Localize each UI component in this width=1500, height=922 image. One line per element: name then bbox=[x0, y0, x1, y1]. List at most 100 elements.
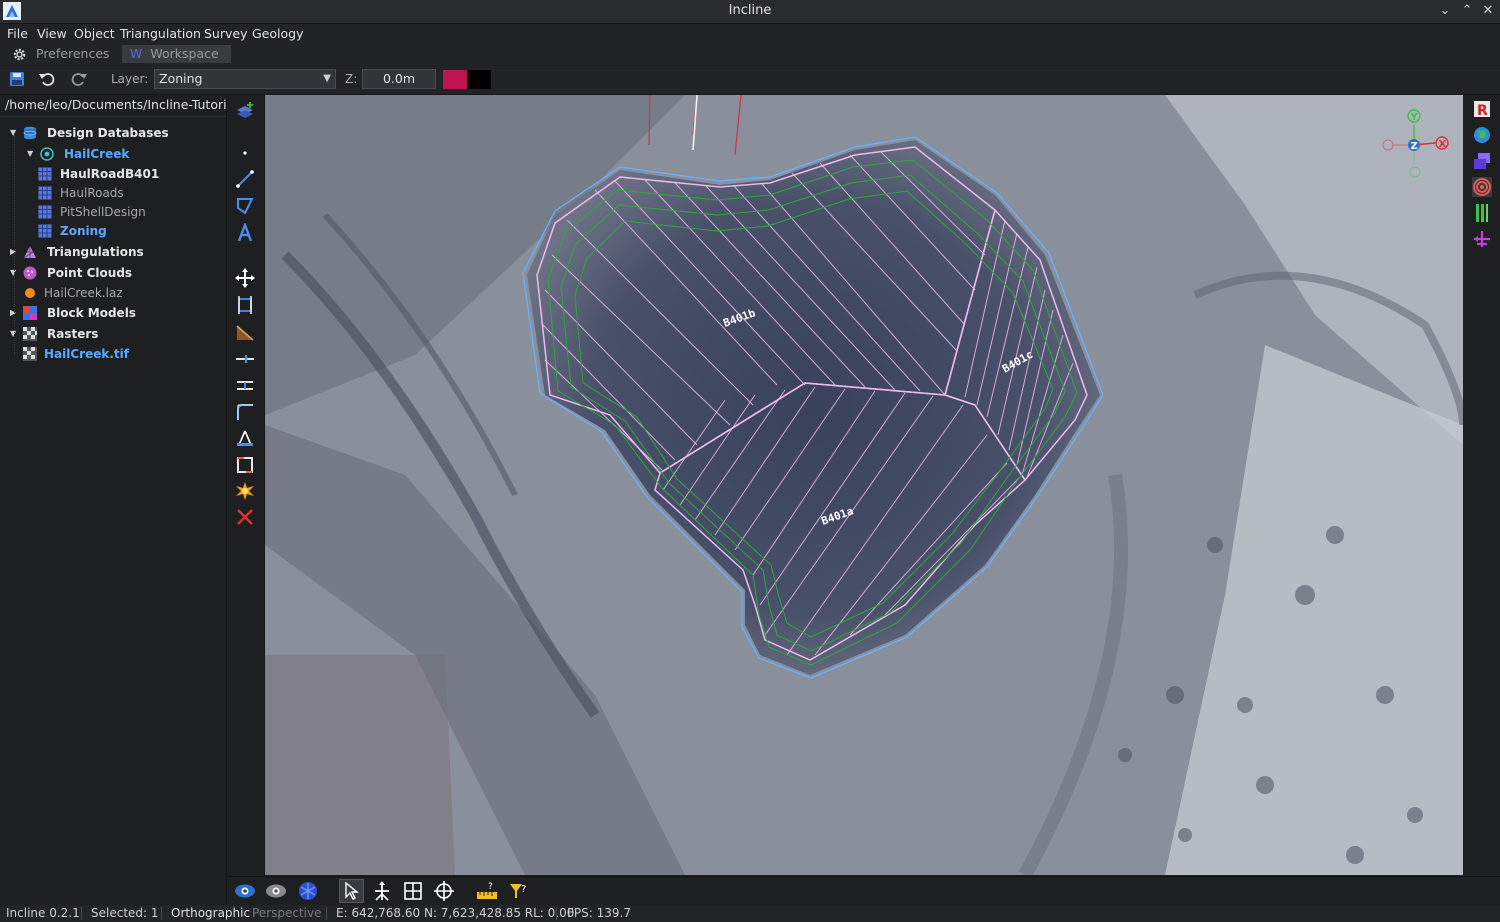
tree-label: HailCreek.laz bbox=[44, 286, 123, 300]
menu-triangulation[interactable]: Triangulation bbox=[120, 26, 201, 41]
resize-icon[interactable] bbox=[235, 295, 255, 315]
bounding-box-icon[interactable] bbox=[235, 455, 255, 475]
menu-geology[interactable]: Geology bbox=[252, 26, 303, 41]
layers-icon[interactable] bbox=[1472, 151, 1492, 171]
z-elevation-input[interactable]: 0.0m bbox=[362, 69, 436, 89]
point-tool-icon[interactable] bbox=[235, 143, 255, 163]
contour-target-icon[interactable] bbox=[1472, 177, 1492, 197]
tree-rasters[interactable]: ▼ Rasters bbox=[0, 324, 226, 344]
extend-line-icon[interactable] bbox=[235, 349, 255, 369]
database-icon bbox=[23, 126, 37, 140]
menu-view[interactable]: View bbox=[37, 26, 67, 41]
menu-file[interactable]: File bbox=[7, 26, 28, 41]
pan-tool-icon[interactable] bbox=[371, 880, 393, 902]
tree-design-databases[interactable]: ▼ Design Databases bbox=[0, 123, 226, 143]
tree-item-pitshelldesign[interactable]: PitShellDesign bbox=[0, 202, 226, 222]
3d-viewport[interactable]: B401b B401c B401a Y X Z bbox=[265, 95, 1463, 875]
delete-x-icon[interactable] bbox=[235, 507, 255, 527]
cursor-arrow-icon bbox=[345, 882, 359, 900]
tree-guide-line bbox=[14, 135, 16, 355]
close-icon[interactable]: ✕ bbox=[1479, 2, 1497, 20]
grid-table-icon bbox=[38, 224, 52, 238]
polygon-tool-icon[interactable] bbox=[235, 196, 255, 216]
tree-item-hailcreek-laz[interactable]: HailCreek.laz bbox=[0, 283, 226, 303]
redo-icon[interactable] bbox=[70, 70, 88, 88]
tree-hailcreek[interactable]: ▼ HailCreek bbox=[0, 144, 226, 164]
projection-orthographic[interactable]: Orthographic bbox=[171, 905, 250, 922]
add-layer-icon[interactable] bbox=[235, 100, 255, 120]
tree-point-clouds[interactable]: ▼ Point Clouds bbox=[0, 263, 226, 283]
status-selected: Selected: 1 bbox=[91, 906, 159, 920]
minimize-chevron-icon[interactable]: ⌄ bbox=[1436, 2, 1454, 20]
menu-bar: File View Object Triangulation Survey Ge… bbox=[0, 24, 1500, 44]
tree-label: Block Models bbox=[47, 306, 136, 320]
menu-survey[interactable]: Survey bbox=[204, 26, 247, 41]
column-bars-icon[interactable] bbox=[1472, 203, 1492, 223]
status-separator bbox=[161, 907, 162, 920]
survey-station-icon[interactable] bbox=[235, 428, 255, 448]
query-filter-icon[interactable]: ? bbox=[508, 880, 530, 902]
axis-y-label: Y bbox=[1410, 112, 1419, 123]
tree-item-zoning[interactable]: Zoning bbox=[0, 221, 226, 241]
title-bar: Incline ⌄ ⌃ ✕ bbox=[0, 0, 1500, 24]
menu-object[interactable]: Object bbox=[74, 26, 115, 41]
primary-color-swatch[interactable] bbox=[443, 70, 467, 89]
project-tree-panel: /home/leo/Documents/Incline-Tutori... ▼ … bbox=[0, 95, 227, 905]
tree-label: HaulRoadB401 bbox=[60, 167, 160, 181]
line-tool-icon[interactable] bbox=[235, 169, 255, 189]
tree-label: Design Databases bbox=[47, 126, 169, 140]
slope-tool-icon[interactable] bbox=[235, 322, 255, 342]
visibility-eye-icon[interactable] bbox=[234, 880, 256, 902]
crosshair-icon[interactable] bbox=[433, 880, 455, 902]
drone-plane-icon[interactable] bbox=[1472, 229, 1492, 249]
drawing-tool-strip bbox=[227, 95, 265, 875]
secondary-color-swatch[interactable] bbox=[467, 70, 491, 89]
terrain-pad bbox=[265, 655, 455, 875]
right-tool-strip: R bbox=[1464, 95, 1500, 875]
move-icon[interactable] bbox=[235, 268, 255, 288]
maximize-chevron-icon[interactable]: ⌃ bbox=[1458, 2, 1476, 20]
expand-arrow-icon[interactable]: ▼ bbox=[27, 144, 33, 164]
status-fps: FPS: 139.7 bbox=[567, 906, 631, 920]
block-model-icon bbox=[23, 306, 37, 320]
tab-workspace-label: Workspace bbox=[150, 46, 219, 61]
status-bar: Incline 0.2.1 Selected: 1 Orthographic P… bbox=[0, 905, 1500, 922]
tree-item-haulroadb401[interactable]: HaulRoadB401 bbox=[0, 164, 226, 184]
projection-perspective[interactable]: Perspective bbox=[252, 905, 322, 922]
grid-snap-icon[interactable] bbox=[402, 880, 424, 902]
tree-item-hailcreek-tif[interactable]: HailCreek.tif bbox=[0, 344, 226, 364]
undo-icon[interactable] bbox=[38, 70, 56, 88]
text-label-tool-icon[interactable] bbox=[235, 223, 255, 243]
gear-icon bbox=[13, 48, 26, 61]
tree-label: Triangulations bbox=[47, 245, 144, 259]
layer-dropdown-value: Zoning bbox=[159, 71, 203, 86]
measure-ruler-icon[interactable]: ? bbox=[476, 880, 498, 902]
tab-workspace[interactable]: W Workspace bbox=[122, 45, 231, 63]
layer-dropdown[interactable]: Zoning ▼ bbox=[154, 69, 336, 89]
axis-z-label: Z bbox=[1411, 141, 1418, 152]
hidden-eye-icon[interactable] bbox=[265, 880, 287, 902]
tree-block-models[interactable]: ▶ Block Models bbox=[0, 303, 226, 323]
select-tool-button[interactable] bbox=[339, 879, 364, 903]
status-separator bbox=[326, 907, 327, 920]
window-title: Incline bbox=[728, 3, 772, 18]
layer-label: Layer: bbox=[111, 72, 149, 86]
fillet-icon[interactable] bbox=[235, 402, 255, 422]
grid-table-icon bbox=[38, 205, 52, 219]
reset-view-icon[interactable]: R bbox=[1472, 99, 1492, 119]
globe-icon[interactable] bbox=[1472, 125, 1492, 145]
tab-preferences[interactable]: Preferences bbox=[36, 45, 110, 63]
grid-table-icon bbox=[38, 186, 52, 200]
svg-text:?: ? bbox=[488, 882, 493, 892]
tree-label: PitShellDesign bbox=[60, 205, 146, 219]
grid-table-icon bbox=[38, 167, 52, 181]
chevron-down-icon: ▼ bbox=[323, 73, 331, 84]
save-icon[interactable] bbox=[9, 71, 25, 87]
tree-item-haulroads[interactable]: HaulRoads bbox=[0, 183, 226, 203]
snowflake-icon[interactable] bbox=[297, 880, 319, 902]
satellite-map-canvas[interactable]: B401b B401c B401a Y X Z bbox=[265, 95, 1463, 875]
offset-line-icon[interactable] bbox=[235, 375, 255, 395]
tree-label: HaulRoads bbox=[60, 186, 124, 200]
explode-icon[interactable] bbox=[235, 481, 255, 501]
tree-triangulations[interactable]: ▶ Triangulations bbox=[0, 242, 226, 262]
